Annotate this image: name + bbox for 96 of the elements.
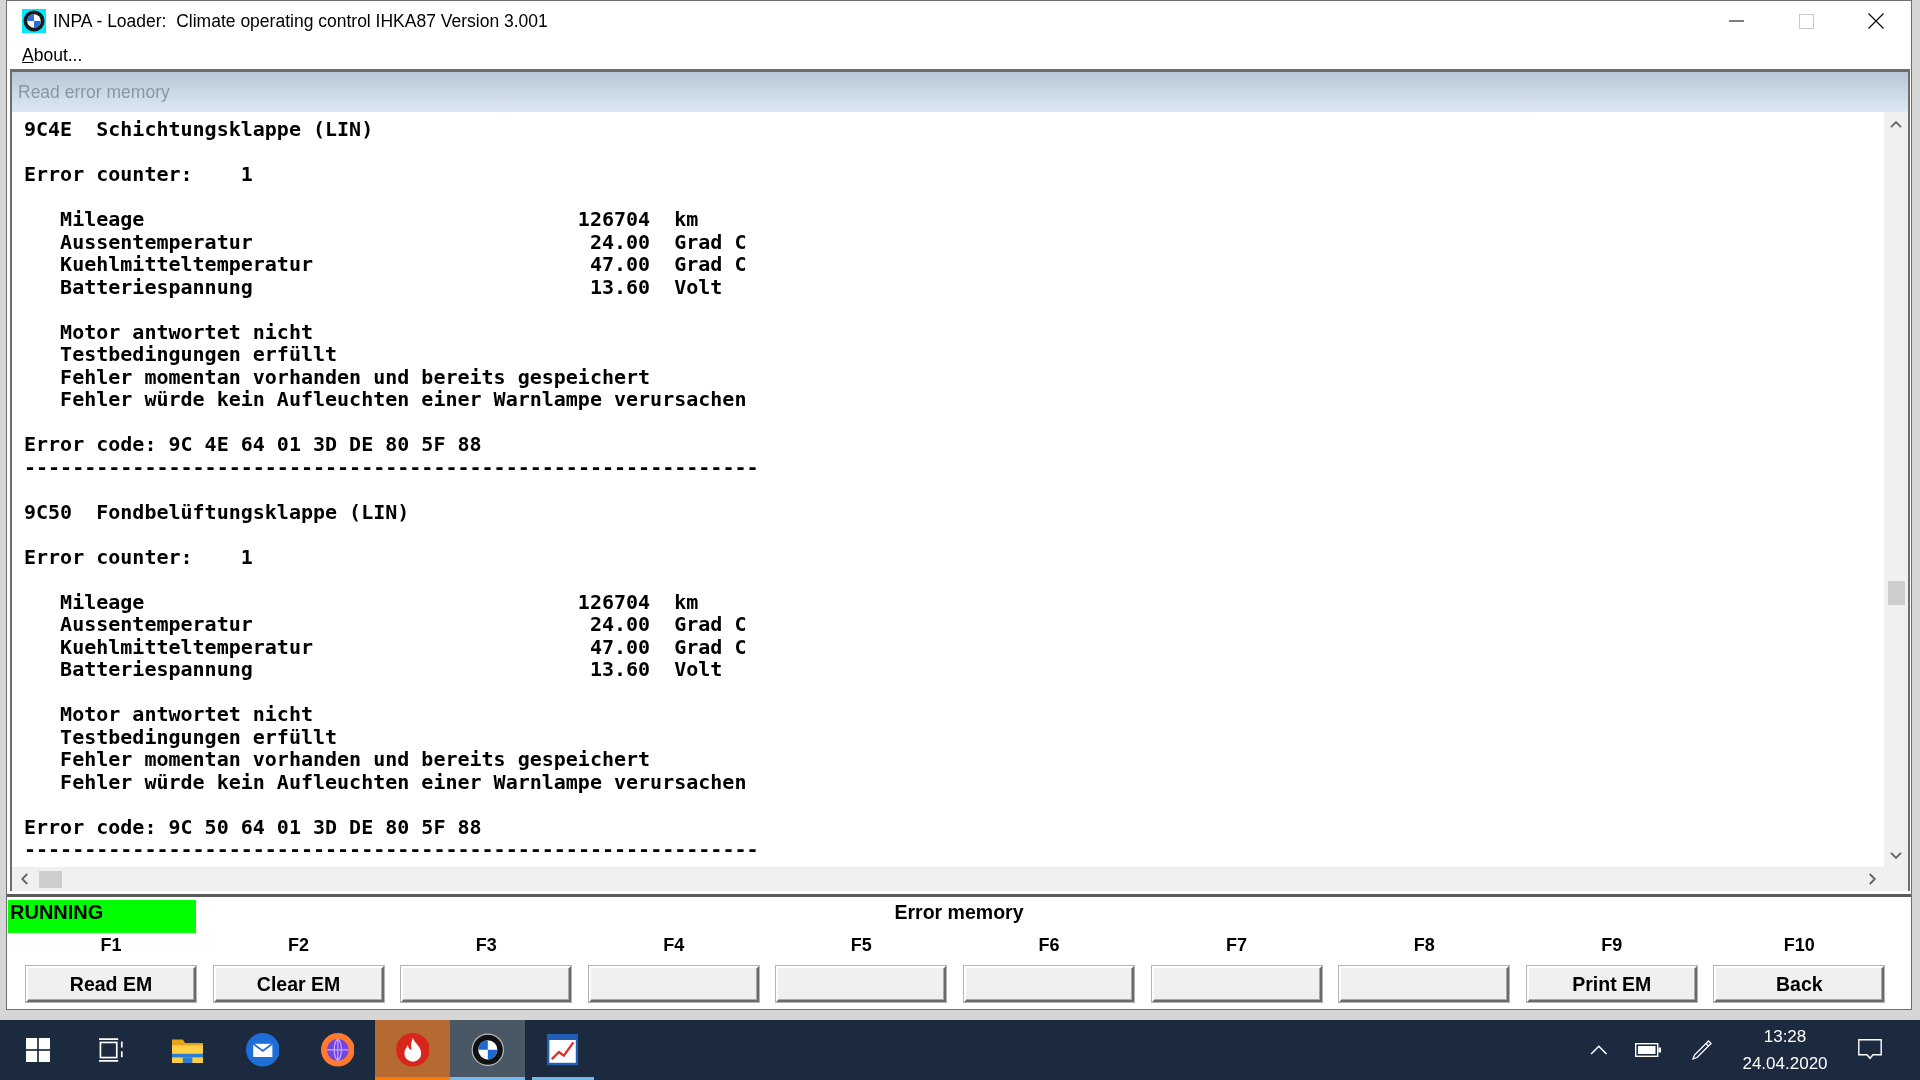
fault-name: Schichtungsklappe (LIN) [96,118,374,141]
dash-line: ------------------------------------------------------------- [24,455,759,478]
roundel-icon [470,1033,505,1067]
status-message: Motor antwortet nicht [60,703,313,726]
window-title: INPA - Loader: Climate operating control IHKA87 Version 3.001 [53,10,549,32]
error-code-value: 9C 4E 64 01 3D DE 80 5F 88 [168,433,482,456]
maximize-icon [1798,13,1814,29]
counter-value: 1 [240,545,253,568]
status-message: Fehler momentan vorhanden und bereits gespeichert [60,365,651,388]
status-message: Testbedingungen erfüllt [60,343,338,366]
flame-icon [395,1033,430,1067]
task-view-icon [99,1038,126,1062]
function-key-label: F8 [1413,934,1435,957]
error-code-label: Error code: [24,815,157,838]
function-key-label: F6 [1038,934,1060,957]
condition-value: 24.00 [589,613,651,636]
condition-value: 47.00 [589,253,651,276]
condition-label: Aussentemperatur [60,613,253,636]
panel-title: Read error memory [18,81,170,103]
scrollbar-thumb[interactable] [39,870,62,888]
close-icon [1868,13,1884,29]
folder-icon [171,1036,204,1064]
menu-item[interactable]: About... [22,44,83,66]
condition-unit: Grad C [674,613,747,636]
function-key-label: F4 [663,934,685,957]
minimize-icon [1728,20,1744,22]
condition-label: Batteriespannung [60,658,253,681]
chevron-up-icon [1890,120,1902,128]
error-code-value: 9C 50 64 01 3D DE 80 5F 88 [168,815,482,838]
counter-value: 1 [240,163,253,186]
fault-name: Fondbelüftungsklappe (LIN) [96,500,410,523]
function-key-label: F10 [1783,934,1815,957]
condition-value: 126704 [577,208,651,231]
taskbar-button[interactable] [450,1020,525,1080]
battery-icon[interactable] [1635,1043,1661,1057]
condition-label: Kuehlmitteltemperatur [60,635,313,658]
function-key-button[interactable] [401,966,572,1002]
notification-icon[interactable] [1858,1039,1882,1061]
status-message: Motor antwortet nicht [60,320,313,343]
chevron-left-icon [20,873,28,885]
counter-label: Error counter: [24,163,193,186]
chevron-up-icon[interactable] [1590,1045,1608,1055]
chevron-down-icon [1890,851,1902,859]
counter-label: Error counter: [24,545,193,568]
function-key-button[interactable]: Read EM [26,966,196,1002]
condition-value: 126704 [577,590,651,613]
condition-unit: Volt [674,658,723,681]
condition-unit: km [674,208,699,231]
status-message: Fehler würde kein Aufleuchten einer Warnlampe verursachen [60,770,747,793]
condition-label: Mileage [60,208,145,231]
pen-icon[interactable] [1691,1039,1713,1061]
function-key-button[interactable] [963,966,1134,1002]
clock-time: 13:28 [1763,1026,1807,1048]
condition-unit: Grad C [674,635,747,658]
condition-value: 24.00 [589,230,651,253]
fault-code: 9C4E [24,118,73,141]
status-message: Testbedingungen erfüllt [60,725,338,748]
condition-label: Mileage [60,590,145,613]
condition-unit: Volt [674,275,723,298]
condition-unit: km [674,590,699,613]
condition-label: Kuehlmitteltemperatur [60,253,313,276]
condition-label: Aussentemperatur [60,230,253,253]
condition-value: 13.60 [589,275,651,298]
fault-code: 9C50 [24,500,73,523]
condition-unit: Grad C [674,253,747,276]
chevron-right-icon [1868,873,1876,885]
error-code-label: Error code: [24,433,157,456]
clock-date: 24.04.2020 [1742,1053,1828,1075]
function-key-label: F9 [1601,934,1623,957]
function-key-button[interactable] [588,966,759,1002]
function-key-button[interactable] [1151,966,1322,1002]
function-key-button[interactable]: Print EM [1526,966,1697,1002]
function-key-label: F3 [475,934,497,957]
windows-icon [25,1038,50,1062]
condition-value: 13.60 [589,658,651,681]
function-key-button[interactable]: Clear EM [213,966,384,1002]
screen-title: Error memory [894,900,1024,924]
mail-icon [245,1033,280,1067]
globe-icon [320,1033,355,1067]
condition-value: 47.00 [589,635,651,658]
roundel-icon [22,9,46,33]
status-message: Fehler momentan vorhanden und bereits gespeichert [60,748,651,771]
chart-icon [546,1034,579,1066]
function-key-label: F1 [100,934,122,957]
function-key-label: F2 [288,934,310,957]
function-key-label: F5 [850,934,872,957]
function-key-button[interactable] [776,966,947,1002]
function-key-label: F7 [1226,934,1248,957]
function-key-button[interactable]: Back [1714,966,1885,1002]
dash-line: ------------------------------------------------------------- [24,838,759,861]
condition-label: Batteriespannung [60,275,253,298]
function-key-button[interactable] [1339,966,1510,1002]
status-indicator: RUNNING [8,900,196,933]
status-message: Fehler würde kein Aufleuchten einer Warnlampe verursachen [60,388,747,411]
condition-unit: Grad C [674,230,747,253]
scrollbar-thumb[interactable] [1887,581,1905,605]
